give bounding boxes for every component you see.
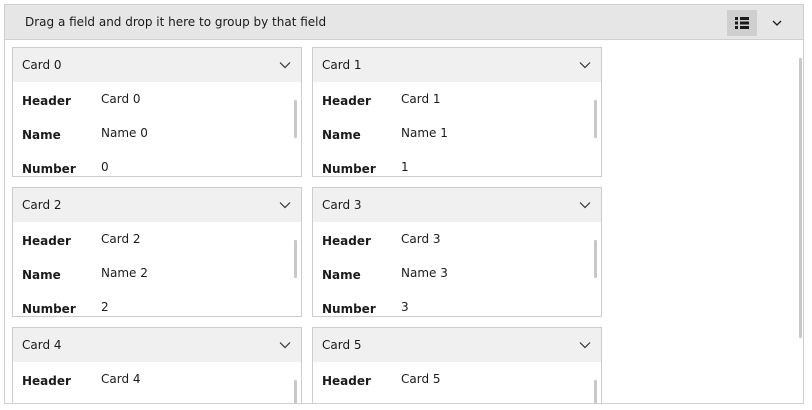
card-body: Header Card 3 Name Name 3 Number 3 (313, 222, 601, 316)
card-header[interactable]: Card 0 (13, 48, 301, 82)
collapse-chevron-icon[interactable] (579, 199, 591, 211)
card-view-control: Drag a field and drop it here to group b… (4, 4, 804, 404)
name-field-label: Name (322, 128, 361, 142)
card[interactable]: Card 1 Header Card 1 Name Name 1 Number … (312, 47, 602, 177)
header-field-value: Card 0 (101, 92, 141, 106)
card-body: Header Card 4 (13, 362, 301, 403)
card-body: Header Card 1 Name Name 1 Number 1 (313, 82, 601, 176)
card-scrollbar[interactable] (294, 380, 297, 403)
card-header[interactable]: Card 1 (313, 48, 601, 82)
number-field-label: Number (322, 302, 376, 316)
header-field-value: Card 1 (401, 92, 441, 106)
name-field-value: Name 3 (401, 266, 448, 280)
collapse-chevron-icon[interactable] (279, 339, 291, 351)
header-field-value: Card 5 (401, 372, 441, 386)
cards-area[interactable]: Card 0 Header Card 0 Name Name 0 Number … (5, 40, 803, 403)
card-title: Card 0 (22, 58, 62, 72)
name-field-value: Name 2 (101, 266, 148, 280)
card[interactable]: Card 4 Header Card 4 (12, 327, 302, 403)
card-header[interactable]: Card 3 (313, 188, 601, 222)
header-field-label: Header (22, 374, 71, 388)
card-scrollbar[interactable] (594, 240, 597, 278)
group-by-panel[interactable]: Drag a field and drop it here to group b… (5, 5, 803, 40)
card[interactable]: Card 5 Header Card 5 (312, 327, 602, 403)
card-title: Card 2 (22, 198, 62, 212)
card-scrollbar[interactable] (294, 100, 297, 138)
card-scrollbar[interactable] (294, 240, 297, 278)
header-field-label: Header (322, 94, 371, 108)
card-scrollbar[interactable] (594, 380, 597, 403)
list-view-icon (735, 17, 749, 29)
name-field-label: Name (22, 128, 61, 142)
number-field-value: 0 (101, 160, 109, 174)
view-mode-button[interactable] (727, 10, 757, 36)
collapse-chevron-icon[interactable] (579, 59, 591, 71)
name-field-value: Name 1 (401, 126, 448, 140)
card-header[interactable]: Card 4 (13, 328, 301, 362)
view-mode-dropdown-button[interactable] (757, 10, 797, 36)
card-body: Header Card 0 Name Name 0 Number 0 (13, 82, 301, 176)
card-title: Card 3 (322, 198, 362, 212)
card-body: Header Card 2 Name Name 2 Number 2 (13, 222, 301, 316)
header-field-value: Card 2 (101, 232, 141, 246)
number-field-value: 3 (401, 300, 409, 314)
name-field-label: Name (22, 268, 61, 282)
card-title: Card 5 (322, 338, 362, 352)
name-field-label: Name (322, 268, 361, 282)
card[interactable]: Card 0 Header Card 0 Name Name 0 Number … (12, 47, 302, 177)
group-by-hint: Drag a field and drop it here to group b… (25, 15, 327, 29)
name-field-value: Name 0 (101, 126, 148, 140)
number-field-label: Number (22, 162, 76, 176)
number-field-label: Number (322, 162, 376, 176)
card-header[interactable]: Card 2 (13, 188, 301, 222)
header-field-label: Header (322, 234, 371, 248)
collapse-chevron-icon[interactable] (279, 199, 291, 211)
chevron-down-icon (772, 20, 782, 26)
number-field-value: 2 (101, 300, 109, 314)
header-field-value: Card 4 (101, 372, 141, 386)
card-scrollbar[interactable] (594, 100, 597, 138)
card-title: Card 4 (22, 338, 62, 352)
header-field-label: Header (22, 234, 71, 248)
number-field-value: 1 (401, 160, 409, 174)
card[interactable]: Card 3 Header Card 3 Name Name 3 Number … (312, 187, 602, 317)
header-field-label: Header (22, 94, 71, 108)
cards-area-scrollbar[interactable] (799, 58, 802, 338)
card-title: Card 1 (322, 58, 362, 72)
view-mode-selector[interactable] (727, 10, 797, 36)
card[interactable]: Card 2 Header Card 2 Name Name 2 Number … (12, 187, 302, 317)
header-field-value: Card 3 (401, 232, 441, 246)
header-field-label: Header (322, 374, 371, 388)
number-field-label: Number (22, 302, 76, 316)
collapse-chevron-icon[interactable] (579, 339, 591, 351)
card-body: Header Card 5 (313, 362, 601, 403)
card-header[interactable]: Card 5 (313, 328, 601, 362)
collapse-chevron-icon[interactable] (279, 59, 291, 71)
